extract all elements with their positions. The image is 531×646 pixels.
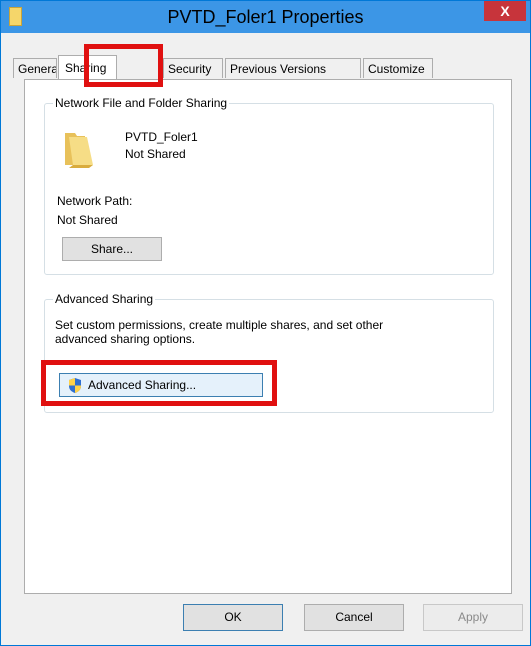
advanced-sharing-button[interactable]: Advanced Sharing... [59,373,263,397]
cancel-button[interactable]: Cancel [304,604,404,631]
window-title: PVTD_Foler1 Properties [167,7,364,27]
uac-shield-icon [69,378,81,393]
tab-general[interactable]: General [13,58,57,78]
network-sharing-group: Network File and Folder Sharing PVTD_Fol… [44,96,494,275]
properties-dialog: PVTD_Foler1 Properties X General Sharing… [0,0,531,646]
network-path-label: Network Path: [57,194,133,208]
tab-customize[interactable]: Customize [363,58,433,78]
ok-button[interactable]: OK [183,604,283,631]
folder-share-status: Not Shared [125,147,186,161]
advanced-sharing-description-2: advanced sharing options. [55,332,196,346]
close-button[interactable]: X [484,1,526,21]
tab-previous-versions[interactable]: Previous Versions [225,58,361,78]
sharing-panel: Network File and Folder Sharing PVTD_Fol… [24,79,512,594]
group-label: Network File and Folder Sharing [53,96,230,110]
tab-security[interactable]: Security [163,58,223,78]
advanced-sharing-description: Set custom permissions, create multiple … [55,318,384,332]
network-path-value: Not Shared [57,213,118,227]
apply-button[interactable]: Apply [423,604,523,631]
group-label: Advanced Sharing [53,292,156,306]
tab-sharing[interactable]: Sharing [58,55,117,79]
advanced-sharing-button-label: Advanced Sharing... [88,378,197,392]
folder-name: PVTD_Foler1 [125,130,198,144]
title-bar[interactable]: PVTD_Foler1 Properties X [1,1,530,33]
advanced-sharing-group: Advanced Sharing Set custom permissions,… [44,292,494,413]
share-button[interactable]: Share... [62,237,162,261]
folder-icon [65,133,93,168]
